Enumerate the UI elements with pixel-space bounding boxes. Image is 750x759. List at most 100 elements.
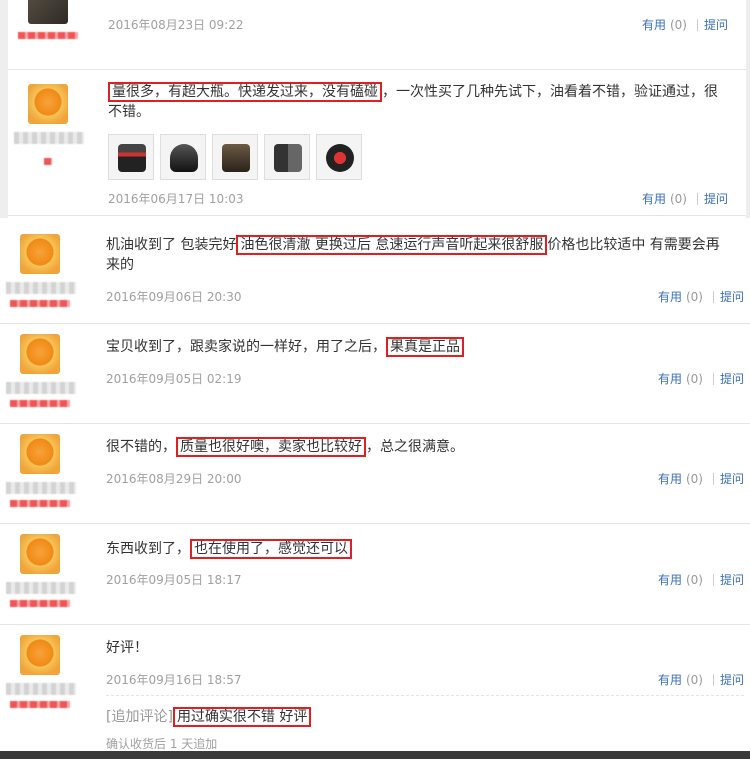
ask-button[interactable]: 提问 — [720, 573, 744, 587]
review-text: ，总之很满意。 — [366, 439, 464, 455]
review-item: 很不错的， 质量也很好噢，卖家也比较好 ，总之很满意。 2016年08月29日 20… — [0, 425, 750, 524]
bottom-bar — [0, 751, 750, 759]
append-divider — [106, 695, 744, 696]
review-date: 2016年09月05日 18:17 — [106, 573, 242, 587]
highlighted-text: 量很多，有超大瓶。快递发过来，没有磕碰 — [108, 82, 382, 102]
user-name-blurred — [6, 482, 76, 494]
divider — [696, 19, 698, 31]
user-name-blurred — [6, 582, 76, 594]
highlighted-text: 用过确实很不错 好评 — [172, 707, 312, 727]
useful-count: (0) — [685, 573, 703, 587]
review-actions: 有用 (0) 提问 — [642, 190, 728, 207]
useful-count: (0) — [685, 673, 703, 687]
useful-count: (0) — [669, 192, 687, 206]
divider — [712, 291, 714, 303]
user-avatar — [20, 334, 60, 374]
highlighted-text: 果真是正品 — [386, 337, 464, 357]
review-content: 机油收到了 包装完好 油色很清澈 更换过后 怠速运行声音听起来很舒服 价格也比较适中… — [106, 235, 730, 275]
right-gutter — [746, 0, 750, 218]
review-content: 好评！ — [106, 638, 730, 658]
ask-button[interactable]: 提问 — [704, 192, 728, 206]
review-item: 东西收到了， 也在使用了，感觉还可以 2016年09月05日 18:17 有用 (0… — [0, 525, 750, 625]
user-avatar — [20, 434, 60, 474]
append-comment: [追加评论] 用过确实很不错 好评 — [106, 706, 312, 727]
useful-button[interactable]: 有用 — [658, 573, 682, 587]
divider — [712, 373, 714, 385]
product-photo[interactable] — [316, 134, 362, 180]
user-name-blurred — [6, 282, 76, 294]
review-content: 东西收到了， 也在使用了，感觉还可以 — [106, 539, 730, 559]
divider — [712, 574, 714, 586]
review-date: 2016年08月29日 20:00 — [106, 472, 242, 486]
review-photos — [108, 134, 368, 184]
user-level-badge — [10, 300, 70, 307]
useful-button[interactable]: 有用 — [642, 18, 666, 32]
user-name-blurred — [6, 683, 76, 695]
append-label: [追加评论] — [106, 709, 173, 725]
product-photo[interactable] — [108, 134, 154, 180]
user-level-badge — [10, 400, 70, 407]
user-name-blurred — [6, 382, 76, 394]
product-photo[interactable] — [264, 134, 310, 180]
review-actions: 有用 (0) 提问 — [658, 288, 744, 305]
user-avatar — [20, 635, 60, 675]
review-actions: 有用 (0) 提问 — [658, 671, 744, 688]
review-date: 2016年09月16日 18:57 — [106, 673, 242, 687]
useful-button[interactable]: 有用 — [642, 192, 666, 206]
review-text: 好评！ — [106, 640, 148, 656]
ask-button[interactable]: 提问 — [704, 18, 728, 32]
useful-count: (0) — [685, 472, 703, 486]
review-item: 机油收到了 包装完好 油色很清澈 更换过后 怠速运行声音听起来很舒服 价格也比较适中… — [0, 222, 750, 324]
append-time: 确认收货后 1 天追加 — [106, 737, 218, 751]
review-date: 2016年09月06日 20:30 — [106, 290, 242, 304]
user-level-badge — [10, 500, 70, 507]
review-actions: 有用 (0) 提问 — [658, 370, 744, 387]
divider — [696, 193, 698, 205]
ask-button[interactable]: 提问 — [720, 673, 744, 687]
useful-button[interactable]: 有用 — [658, 673, 682, 687]
product-photo[interactable] — [160, 134, 206, 180]
review-actions: 有用 (0) 提问 — [658, 571, 744, 588]
user-avatar — [20, 234, 60, 274]
review-item: 2016年08月23日 09:22 有用 (0) 提问 — [8, 0, 746, 70]
review-date: 2016年09月05日 02:19 — [106, 372, 242, 386]
review-item: 量很多，有超大瓶。快递发过来，没有磕碰 ，一次性买了几种先试下，油看着不错，验证通… — [8, 72, 746, 216]
highlighted-text: 也在使用了，感觉还可以 — [190, 539, 352, 559]
ask-button[interactable]: 提问 — [720, 290, 744, 304]
top-review-panel: 2016年08月23日 09:22 有用 (0) 提问 量很多，有超大瓶。快递发过来… — [0, 0, 750, 218]
ask-button[interactable]: 提问 — [720, 372, 744, 386]
useful-button[interactable]: 有用 — [658, 472, 682, 486]
review-actions: 有用 (0) 提问 — [658, 470, 744, 487]
review-content: 量很多，有超大瓶。快递发过来，没有磕碰 ，一次性买了几种先试下，油看着不错，验证通… — [108, 82, 726, 122]
useful-count: (0) — [685, 372, 703, 386]
review-item: 好评！ 2016年09月16日 18:57 有用 (0) 提问 [追加评论] 用过确实… — [0, 626, 750, 751]
review-content: 宝贝收到了，跟卖家说的一样好，用了之后， 果真是正品 — [106, 337, 730, 357]
review-text: 宝贝收到了，跟卖家说的一样好，用了之后， — [106, 339, 386, 355]
user-avatar — [28, 84, 68, 124]
divider — [712, 473, 714, 485]
review-date: 2016年06月17日 10:03 — [108, 192, 244, 206]
review-date: 2016年08月23日 09:22 — [108, 18, 244, 32]
left-gutter — [0, 0, 8, 218]
review-text: 机油收到了 包装完好 — [106, 237, 237, 253]
user-level-badge — [18, 32, 78, 39]
highlighted-text: 油色很清澈 更换过后 怠速运行声音听起来很舒服 — [236, 235, 548, 255]
user-level-badge — [10, 600, 70, 607]
review-text: 东西收到了， — [106, 541, 190, 557]
useful-count: (0) — [685, 290, 703, 304]
useful-button[interactable]: 有用 — [658, 290, 682, 304]
review-text: 很不错的， — [106, 439, 176, 455]
user-name-blurred — [14, 132, 84, 144]
review-list: 机油收到了 包装完好 油色很清澈 更换过后 怠速运行声音听起来很舒服 价格也比较适中… — [0, 222, 750, 751]
highlighted-text: 质量也很好噢，卖家也比较好 — [176, 437, 366, 457]
review-content: 很不错的， 质量也很好噢，卖家也比较好 ，总之很满意。 — [106, 437, 730, 457]
ask-button[interactable]: 提问 — [720, 472, 744, 486]
user-avatar — [28, 0, 68, 24]
useful-button[interactable]: 有用 — [658, 372, 682, 386]
user-avatar — [20, 534, 60, 574]
user-level-badge — [44, 158, 52, 165]
divider — [712, 674, 714, 686]
user-level-badge — [10, 701, 70, 708]
product-photo[interactable] — [212, 134, 258, 180]
review-item: 宝贝收到了，跟卖家说的一样好，用了之后， 果真是正品 2016年09月05日 02… — [0, 325, 750, 424]
